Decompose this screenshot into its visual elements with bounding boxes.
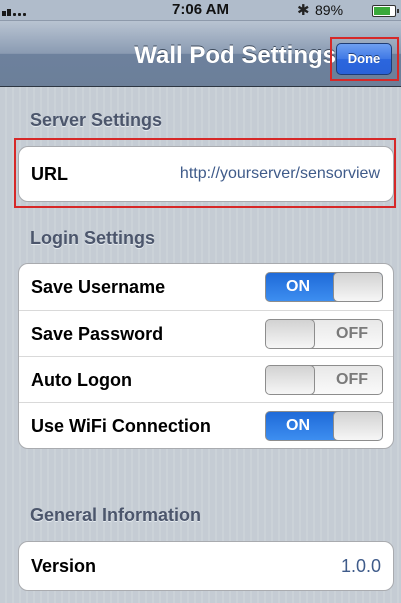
general-information-group: Version 1.0.0 <box>18 541 394 591</box>
auto-logon-state: OFF <box>336 371 368 388</box>
login-settings-header: Login Settings <box>30 228 155 248</box>
version-value: 1.0.0 <box>340 556 381 576</box>
done-button[interactable]: Done <box>336 43 392 75</box>
general-information-header: General Information <box>30 505 202 525</box>
navigation-bar: Wall Pod Settings Done <box>0 21 401 87</box>
auto-logon-toggle[interactable]: OFF <box>265 365 383 395</box>
save-username-toggle[interactable]: ON <box>265 272 383 302</box>
save-username-row: Save Username ON <box>19 264 393 310</box>
battery-percent: 89% <box>315 2 344 18</box>
save-password-state: OFF <box>336 325 368 342</box>
battery-icon <box>372 5 399 17</box>
server-settings-header: Server Settings <box>30 110 163 130</box>
save-password-row: Save Password OFF <box>19 310 393 356</box>
save-password-toggle[interactable]: OFF <box>265 319 383 349</box>
toggle-knob <box>266 320 315 348</box>
use-wifi-row: Use WiFi Connection ON <box>19 402 393 448</box>
save-username-label: Save Username <box>31 277 166 297</box>
page-title: Wall Pod Settings <box>134 42 336 69</box>
use-wifi-state: ON <box>286 417 310 434</box>
toggle-knob <box>333 273 382 301</box>
auto-logon-row: Auto Logon OFF <box>19 356 393 402</box>
url-row-highlight <box>14 138 396 208</box>
version-row: Version 1.0.0 <box>19 542 393 590</box>
status-bar: 7:06 AM ✱ 89% <box>0 0 401 21</box>
save-password-label: Save Password <box>31 324 164 344</box>
toggle-knob <box>266 366 315 394</box>
use-wifi-label: Use WiFi Connection <box>31 416 211 436</box>
login-settings-group: Save Username ON Save Password OFF Auto … <box>18 263 394 449</box>
toggle-knob <box>333 412 382 440</box>
use-wifi-toggle[interactable]: ON <box>265 411 383 441</box>
save-username-state: ON <box>286 278 310 295</box>
bluetooth-icon: ✱ <box>297 2 310 19</box>
auto-logon-label: Auto Logon <box>31 370 132 390</box>
version-label: Version <box>31 556 97 576</box>
